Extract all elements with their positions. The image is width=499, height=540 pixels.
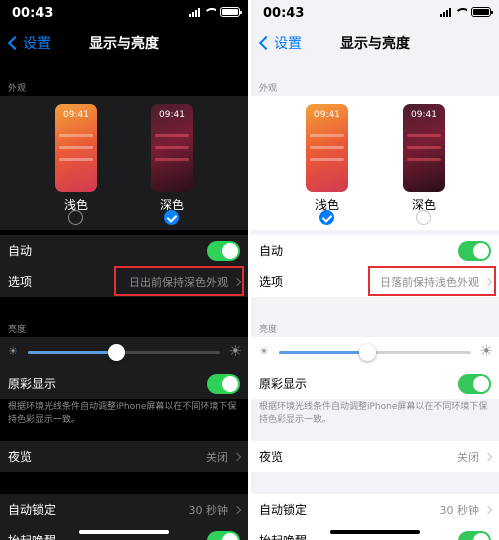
brightness-slider-row: ☀ ☀ — [0, 337, 248, 368]
true-tone-footnote: 根据环境光线条件自动调整iPhone屏幕以在不同环境下保持色彩显示一致。 — [8, 402, 237, 425]
chevron-right-icon — [232, 452, 242, 461]
brightness-thumb[interactable] — [108, 344, 126, 361]
brightness-header: 亮度 — [8, 325, 27, 335]
appearance-group: 09:41 09:41 浅色 深色 — [251, 96, 499, 230]
light-radio-checkmark-icon[interactable] — [319, 210, 334, 225]
dark-radio-checkmark-icon[interactable] — [164, 210, 179, 225]
automatic-row: 自动 — [0, 235, 248, 266]
page-title: 显示与亮度 — [340, 36, 410, 52]
status-icons — [440, 7, 493, 17]
appearance-header: 外观 — [8, 84, 27, 94]
raise-to-wake-toggle[interactable] — [207, 530, 240, 540]
signal-icon — [189, 7, 200, 17]
brightness-slider-row: ☀ ☀ — [251, 337, 499, 368]
brightness-slider[interactable] — [279, 344, 471, 361]
true-tone-toggle[interactable] — [207, 373, 240, 394]
automatic-row: 自动 — [251, 235, 499, 266]
options-label: 选项 — [259, 275, 284, 289]
dark-appearance-preview[interactable]: 09:41 — [151, 104, 193, 192]
sun-small-icon: ☀ — [8, 345, 18, 358]
dark-appearance-preview[interactable]: 09:41 — [403, 104, 445, 192]
dark-radio[interactable] — [416, 210, 431, 225]
brightness-slider[interactable] — [28, 344, 220, 361]
night-shift-label: 夜览 — [259, 450, 284, 464]
auto-lock-label: 自动锁定 — [259, 503, 308, 517]
sun-large-icon: ☀ — [228, 342, 242, 360]
light-mode-screen: 00:43 设置 显示与亮度 外观 09:41 09:41 浅色 深色 自动 选… — [251, 0, 499, 540]
options-label: 选项 — [8, 275, 33, 289]
auto-lock-row[interactable]: 自动锁定 30 秒钟 — [251, 494, 499, 525]
sun-small-icon: ☀ — [259, 345, 269, 358]
status-icons — [189, 7, 242, 17]
appearance-group: 09:41 09:41 浅色 深色 — [0, 96, 248, 230]
true-tone-toggle[interactable] — [458, 373, 491, 394]
preview-time: 09:41 — [159, 110, 185, 120]
true-tone-footnote: 根据环境光线条件自动调整iPhone屏幕以在不同环境下保持色彩显示一致。 — [259, 402, 488, 425]
automatic-label: 自动 — [259, 244, 284, 258]
night-shift-value: 关闭 — [206, 450, 228, 464]
battery-icon — [220, 7, 242, 17]
auto-lock-row[interactable]: 自动锁定 30 秒钟 — [0, 494, 248, 525]
chevron-right-icon — [483, 505, 493, 514]
automatic-toggle[interactable] — [458, 240, 491, 261]
light-appearance-preview[interactable]: 09:41 — [55, 104, 97, 192]
highlight-box — [368, 266, 496, 296]
true-tone-row: 原彩显示 — [251, 368, 499, 399]
highlight-box — [114, 266, 244, 296]
brightness-fill — [279, 351, 368, 354]
chevron-right-icon — [232, 505, 242, 514]
night-shift-row[interactable]: 夜览 关闭 — [0, 441, 248, 472]
raise-to-wake-toggle[interactable] — [458, 530, 491, 540]
appearance-header: 外观 — [259, 84, 278, 94]
brightness-header: 亮度 — [259, 325, 278, 335]
brightness-thumb[interactable] — [359, 344, 377, 361]
auto-lock-value: 30 秒钟 — [439, 503, 480, 517]
auto-lock-value: 30 秒钟 — [188, 503, 229, 517]
chevron-right-icon — [483, 452, 493, 461]
sun-large-icon: ☀ — [479, 342, 493, 360]
true-tone-label: 原彩显示 — [8, 377, 57, 391]
night-shift-label: 夜览 — [8, 450, 33, 464]
wifi-icon — [455, 8, 467, 17]
page-title: 显示与亮度 — [89, 36, 159, 52]
automatic-label: 自动 — [8, 244, 33, 258]
preview-time: 09:41 — [411, 110, 437, 120]
battery-icon — [471, 7, 493, 17]
home-indicator — [330, 530, 420, 534]
wifi-icon — [204, 8, 216, 17]
brightness-fill — [28, 351, 117, 354]
auto-lock-label: 自动锁定 — [8, 503, 57, 517]
automatic-toggle[interactable] — [207, 240, 240, 261]
status-time: 00:43 — [263, 6, 305, 21]
signal-icon — [440, 7, 451, 17]
night-shift-value: 关闭 — [457, 450, 479, 464]
home-indicator — [79, 530, 169, 534]
dark-mode-screen: 00:43 设置 显示与亮度 外观 09:41 09:41 浅色 深色 自动 选… — [0, 0, 248, 540]
light-appearance-preview[interactable]: 09:41 — [306, 104, 348, 192]
preview-time: 09:41 — [63, 110, 89, 120]
true-tone-label: 原彩显示 — [259, 377, 308, 391]
status-time: 00:43 — [12, 6, 54, 21]
true-tone-row: 原彩显示 — [0, 368, 248, 399]
preview-time: 09:41 — [314, 110, 340, 120]
night-shift-row[interactable]: 夜览 关闭 — [251, 441, 499, 472]
light-radio[interactable] — [68, 210, 83, 225]
